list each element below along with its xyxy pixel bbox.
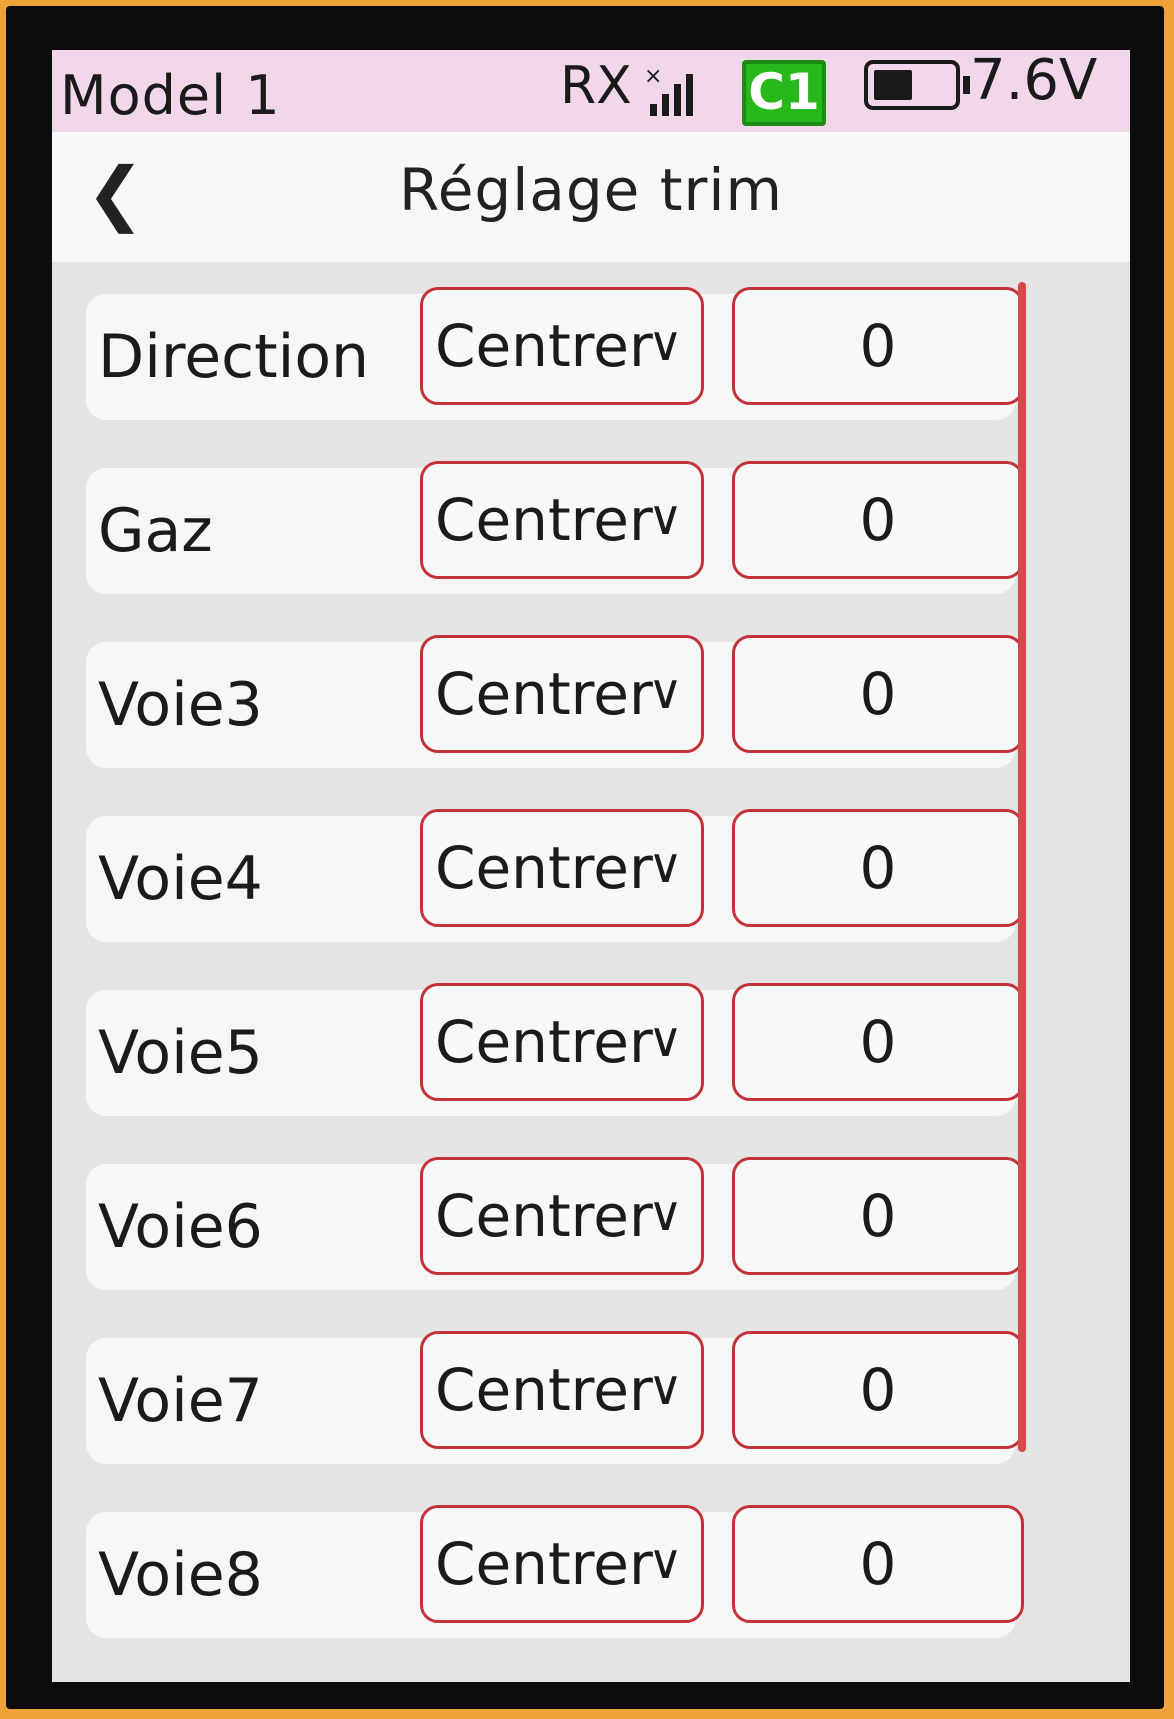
page-header: ❮ Réglage trim	[52, 132, 1130, 262]
channel-label: Voie8	[98, 1540, 263, 1610]
trim-mode-value: Centrer	[435, 660, 653, 728]
trim-mode-select[interactable]: Centrer ∨	[420, 1331, 704, 1449]
screen: Model 1 RX × C1 7.6V ❮ Réglage trim Dire…	[52, 50, 1130, 1682]
channel-label: Voie3	[98, 670, 263, 740]
device-bezel: Model 1 RX × C1 7.6V ❮ Réglage trim Dire…	[6, 6, 1164, 1709]
chevron-down-icon: ∨	[647, 1360, 683, 1416]
trim-mode-value: Centrer	[435, 312, 653, 380]
trim-row: Direction Centrer ∨ 0	[86, 287, 1024, 420]
trim-value-field[interactable]: 0	[732, 809, 1024, 927]
trim-value-field[interactable]: 0	[732, 1331, 1024, 1449]
battery-voltage: 7.6V	[970, 50, 1098, 113]
channel-label: Voie6	[98, 1192, 263, 1262]
trim-row: Gaz Centrer ∨ 0	[86, 461, 1024, 594]
trim-mode-value: Centrer	[435, 1008, 653, 1076]
trim-value-field[interactable]: 0	[732, 461, 1024, 579]
rx-label: RX	[560, 56, 632, 116]
trim-row: Voie7 Centrer ∨ 0	[86, 1331, 1024, 1464]
battery-icon	[864, 60, 970, 110]
trim-mode-value: Centrer	[435, 1182, 653, 1250]
trim-row: Voie8 Centrer ∨ 0	[86, 1505, 1024, 1638]
scrollbar[interactable]	[1018, 282, 1026, 1452]
trim-mode-value: Centrer	[435, 1356, 653, 1424]
trim-value-field[interactable]: 0	[732, 1505, 1024, 1623]
model-name: Model 1	[60, 64, 281, 127]
channel-label: Voie7	[98, 1366, 263, 1436]
status-bar: Model 1 RX × C1 7.6V	[52, 50, 1130, 132]
chevron-down-icon: ∨	[647, 490, 683, 546]
chevron-down-icon: ∨	[647, 838, 683, 894]
trim-mode-value: Centrer	[435, 486, 653, 554]
trim-value-field[interactable]: 0	[732, 1157, 1024, 1275]
chevron-down-icon: ∨	[647, 1534, 683, 1590]
trim-row: Voie3 Centrer ∨ 0	[86, 635, 1024, 768]
trim-mode-select[interactable]: Centrer ∨	[420, 1157, 704, 1275]
channel-label: Voie4	[98, 844, 263, 914]
trim-row: Voie5 Centrer ∨ 0	[86, 983, 1024, 1116]
channel-badge: C1	[742, 60, 826, 126]
trim-list: Direction Centrer ∨ 0 Gaz Centrer ∨ 0 Vo…	[86, 287, 1024, 1682]
trim-mode-value: Centrer	[435, 834, 653, 902]
channel-label: Voie5	[98, 1018, 263, 1088]
trim-value-field[interactable]: 0	[732, 635, 1024, 753]
chevron-down-icon: ∨	[647, 1012, 683, 1068]
page-title: Réglage trim	[399, 156, 783, 224]
channel-label: Direction	[98, 322, 370, 392]
channel-label: Gaz	[98, 496, 213, 566]
trim-mode-value: Centrer	[435, 1530, 653, 1598]
chevron-down-icon: ∨	[647, 664, 683, 720]
signal-icon: ×	[644, 64, 693, 116]
trim-mode-select[interactable]: Centrer ∨	[420, 809, 704, 927]
trim-row: Voie6 Centrer ∨ 0	[86, 1157, 1024, 1290]
trim-value-field[interactable]: 0	[732, 287, 1024, 405]
trim-mode-select[interactable]: Centrer ∨	[420, 287, 704, 405]
trim-mode-select[interactable]: Centrer ∨	[420, 461, 704, 579]
chevron-down-icon: ∨	[647, 316, 683, 372]
trim-mode-select[interactable]: Centrer ∨	[420, 983, 704, 1101]
trim-row: Voie4 Centrer ∨ 0	[86, 809, 1024, 942]
trim-mode-select[interactable]: Centrer ∨	[420, 635, 704, 753]
trim-value-field[interactable]: 0	[732, 983, 1024, 1101]
chevron-down-icon: ∨	[647, 1186, 683, 1242]
trim-mode-select[interactable]: Centrer ∨	[420, 1505, 704, 1623]
